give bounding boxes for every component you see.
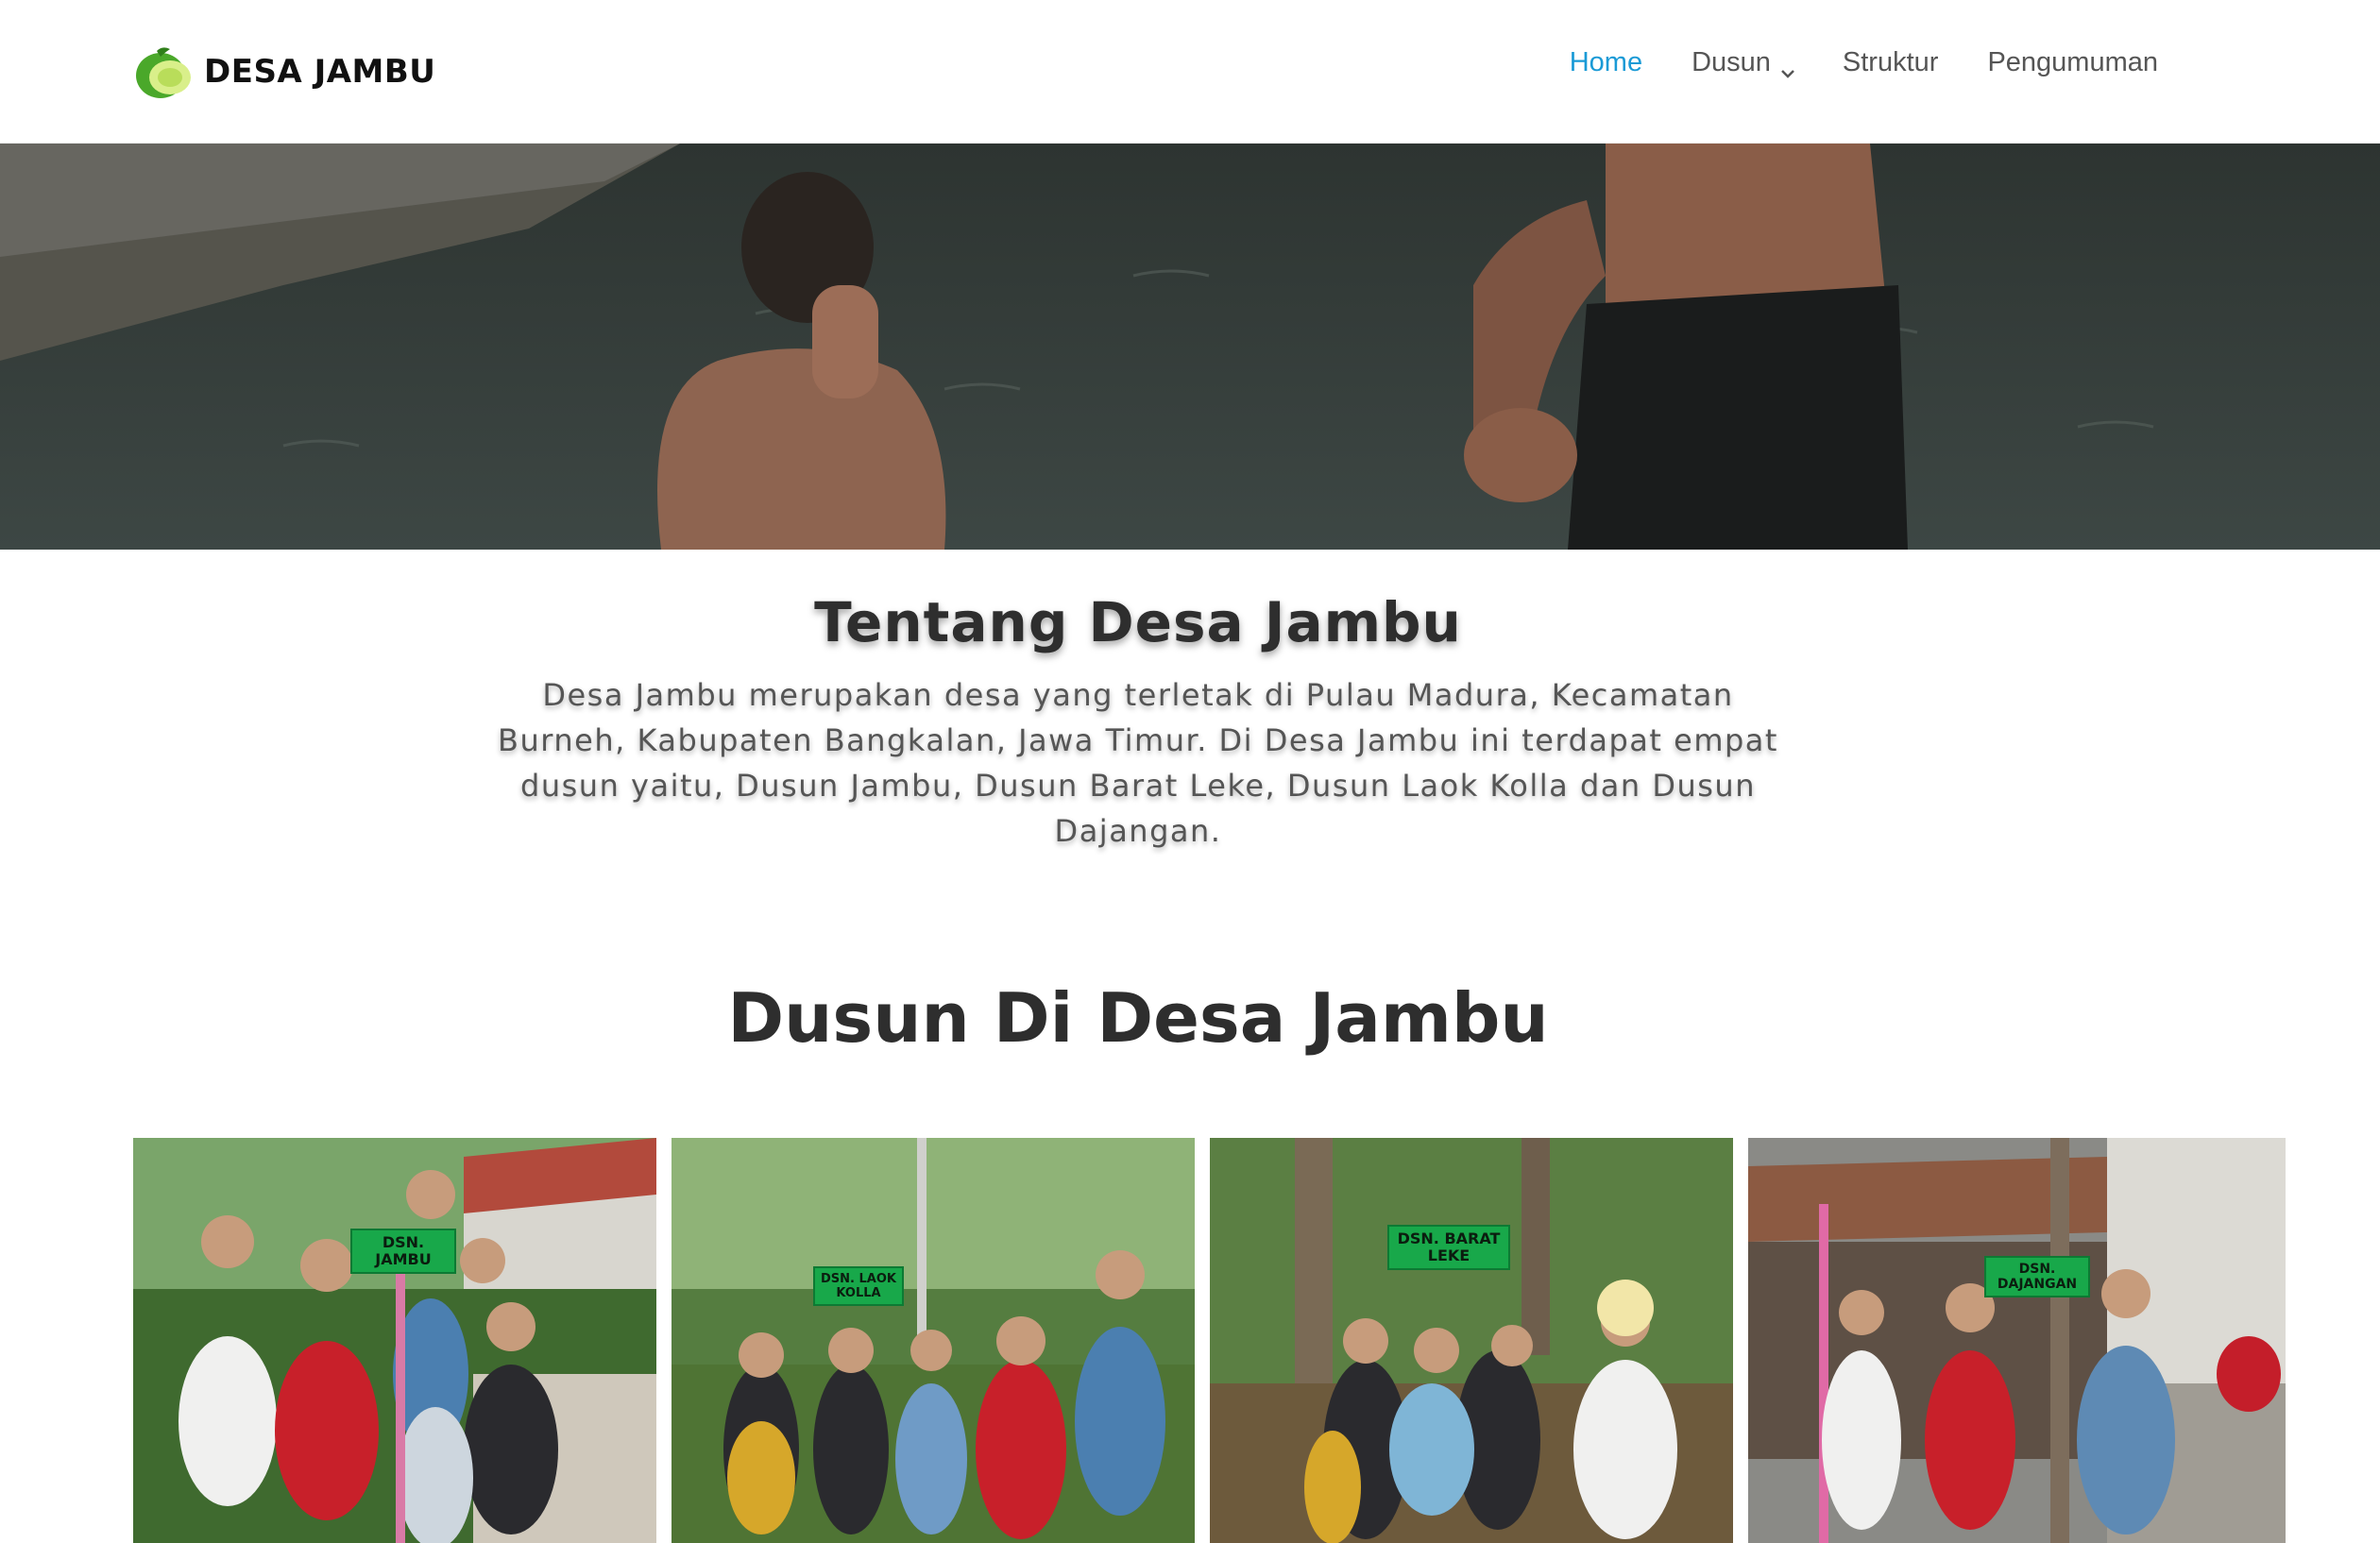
hero-banner-image (0, 144, 2380, 550)
nav-pengumuman[interactable]: Pengumuman (1987, 47, 2158, 78)
logo-text: DESA JAMBU (204, 53, 436, 91)
nav-struktur-label: Struktur (1842, 47, 1939, 77)
dusun-sign: DSN. DAJANGAN (1984, 1256, 2090, 1297)
chevron-down-icon (1780, 57, 1794, 78)
dusun-sign: DSN. BARAT LEKE (1387, 1225, 1510, 1270)
site-header: DESA JAMBU Home Dusun Struktur Pengumuma… (0, 0, 2380, 144)
dusun-section-title: Dusun Di Desa Jambu (727, 978, 1549, 1058)
nav-pengumuman-label: Pengumuman (1987, 47, 2158, 77)
dusun-card-barat-leke[interactable]: DSN. BARAT LEKE (1210, 1138, 1733, 1543)
main-nav: Home Dusun Struktur Pengumuman (1570, 47, 2158, 78)
dusun-cards: DSN. JAMBU DSN. LAOK KOLLA DSN. BARAT LE… (133, 1138, 2286, 1543)
nav-struktur[interactable]: Struktur (1843, 47, 1939, 78)
dusun-sign: DSN. JAMBU (350, 1229, 456, 1274)
about-title: Tentang Desa Jambu (814, 590, 1462, 654)
nav-home[interactable]: Home (1570, 47, 1642, 78)
guava-icon (132, 43, 195, 100)
dusun-card-laok-kolla[interactable]: DSN. LAOK KOLLA (672, 1138, 1195, 1543)
site-logo[interactable]: DESA JAMBU (132, 43, 435, 100)
dusun-sign: DSN. LAOK KOLLA (813, 1266, 904, 1306)
nav-dusun-label: Dusun (1692, 47, 1771, 77)
nav-home-label: Home (1569, 47, 1643, 77)
nav-dusun[interactable]: Dusun (1692, 47, 1794, 78)
about-text: Desa Jambu merupakan desa yang terletak … (498, 677, 1778, 849)
dusun-card-jambu[interactable]: DSN. JAMBU (133, 1138, 656, 1543)
dusun-card-dajangan[interactable]: DSN. DAJANGAN (1748, 1138, 2286, 1543)
